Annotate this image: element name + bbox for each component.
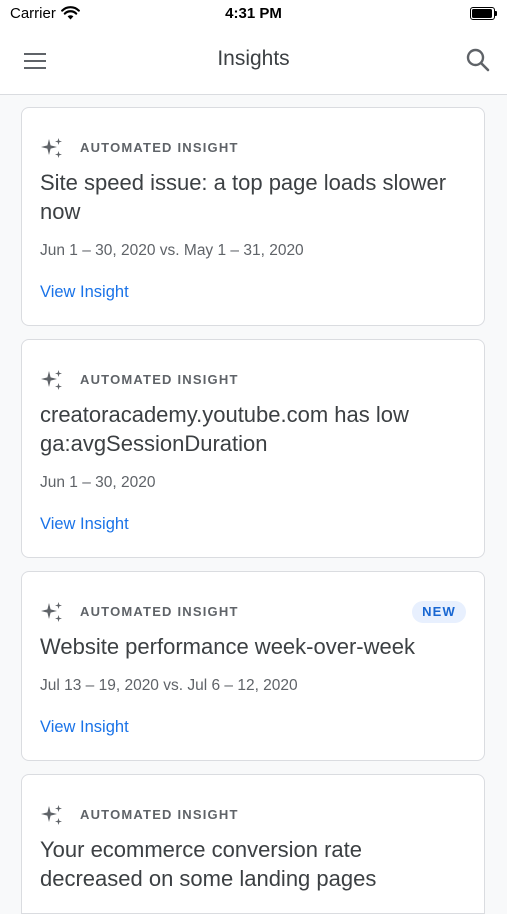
clock: 4:31 PM bbox=[225, 5, 282, 22]
insight-type-label: AUTOMATED INSIGHT bbox=[80, 807, 239, 822]
view-insight-link[interactable]: View Insight bbox=[40, 718, 129, 737]
new-badge: NEW bbox=[412, 601, 466, 623]
insight-title: creatoracademy.youtube.com has low ga:av… bbox=[40, 402, 409, 456]
insight-type-label: AUTOMATED INSIGHT bbox=[80, 604, 239, 619]
insight-type-label: AUTOMATED INSIGHT bbox=[80, 372, 239, 387]
sparkle-icon bbox=[41, 602, 62, 622]
insight-title: Site speed issue: a top page loads slowe… bbox=[40, 170, 447, 224]
insight-date-range: Jul 13 – 19, 2020 vs. Jul 6 – 12, 2020 bbox=[40, 677, 298, 694]
insight-card[interactable]: AUTOMATED INSIGHT NEW Website performanc… bbox=[21, 571, 485, 761]
app-bar: Insights bbox=[0, 28, 507, 95]
status-bar: Carrier 4:31 PM bbox=[0, 0, 507, 28]
insight-type-label: AUTOMATED INSIGHT bbox=[80, 140, 239, 155]
insight-title: Your ecommerce conversion rate decreased… bbox=[40, 837, 377, 891]
insight-date-range: Jun 1 – 30, 2020 vs. May 1 – 31, 2020 bbox=[40, 242, 304, 259]
page-title: Insights bbox=[217, 47, 290, 70]
sparkle-icon bbox=[41, 138, 62, 158]
view-insight-link[interactable]: View Insight bbox=[40, 515, 129, 534]
battery-icon bbox=[470, 7, 497, 20]
insight-card[interactable]: AUTOMATED INSIGHT Site speed issue: a to… bbox=[21, 107, 485, 326]
sparkle-icon bbox=[41, 805, 62, 825]
search-icon[interactable] bbox=[464, 46, 492, 74]
insight-title: Website performance week-over-week bbox=[40, 634, 415, 659]
sparkle-icon bbox=[41, 370, 62, 390]
insight-date-range: Jun 1 – 30, 2020 bbox=[40, 474, 156, 491]
insight-card[interactable]: AUTOMATED INSIGHT Your ecommerce convers… bbox=[21, 774, 485, 914]
insight-card[interactable]: AUTOMATED INSIGHT creatoracademy.youtube… bbox=[21, 339, 485, 558]
view-insight-link[interactable]: View Insight bbox=[40, 283, 129, 302]
